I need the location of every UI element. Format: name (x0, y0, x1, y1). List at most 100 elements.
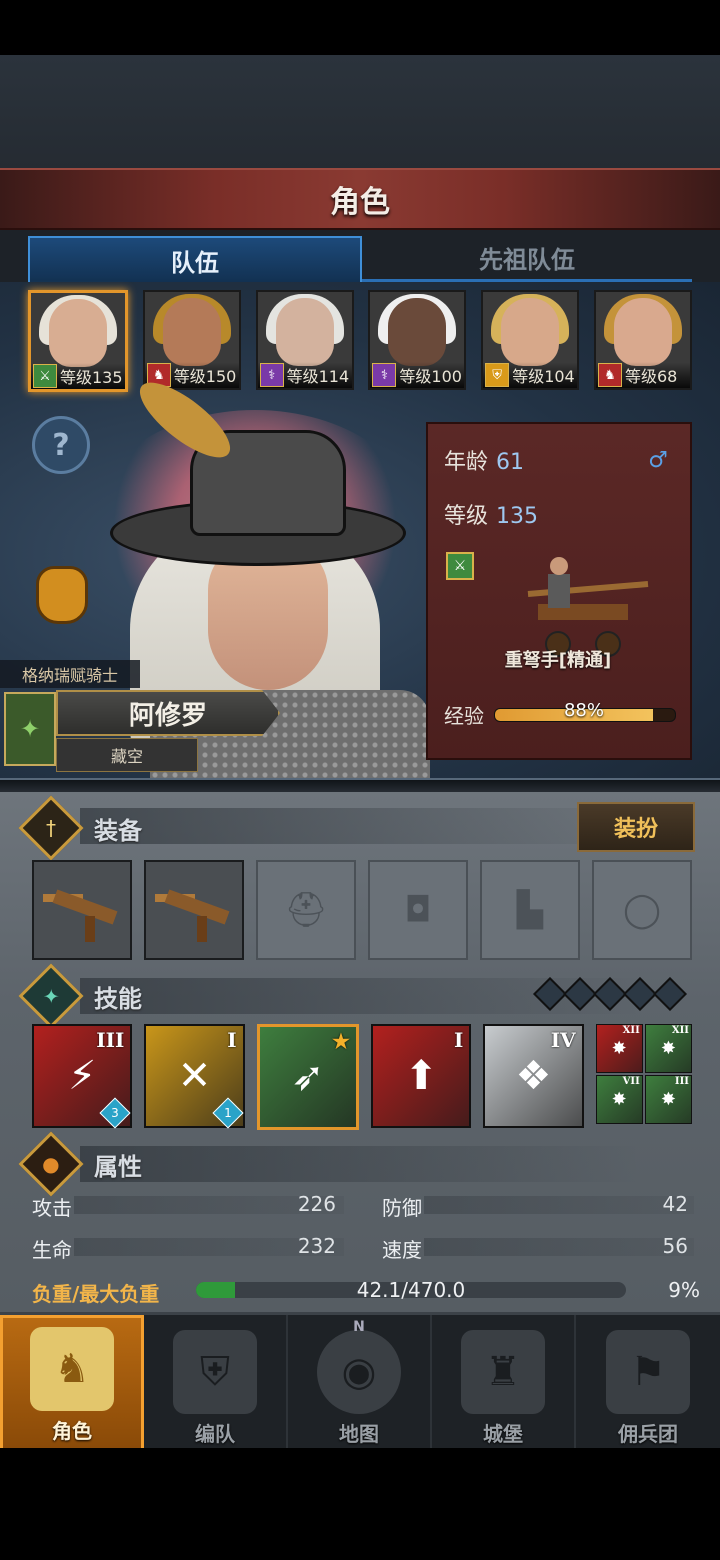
equip-slot-helmet[interactable]: ⛑ (256, 860, 356, 960)
skills-row: ⚡ III 3 ✕ I 1 ➶ ★ ⬆ I ❖ IV ✸ XII ✸ XII ✸ VII ✸ III (32, 1024, 692, 1130)
skills-header: ✦ 技能 (18, 963, 142, 1029)
skill-slot-dot (623, 977, 657, 1011)
equip-slot-ring[interactable]: ◯ (592, 860, 692, 960)
passive-skill-icon: ✸ (660, 1089, 676, 1110)
level-value: 135 (496, 504, 539, 529)
skill-slot-indicators (533, 977, 687, 1011)
equip-slot-armor[interactable]: ◘ (368, 860, 468, 960)
load-value: 42.1/470.0 (356, 1278, 466, 1302)
skill-rank: I (453, 1028, 464, 1052)
hero-level: ⚔ 等级135 (31, 363, 125, 389)
skill-slot-dot (533, 977, 567, 1011)
tab-ancestor-team[interactable]: 先祖队伍 (362, 236, 692, 282)
nav-label: 城堡 (483, 1422, 523, 1446)
skill-icon: ➶ (291, 1054, 325, 1100)
shield-icon: ⛨ (485, 363, 510, 387)
hero-card[interactable]: ⚕ 等级114 (255, 290, 354, 390)
passive-skill-icon: ✸ (660, 1038, 676, 1059)
male-icon: ♂ (648, 448, 668, 473)
attr-stripe (80, 1146, 640, 1182)
page-title: 角色 (330, 185, 390, 220)
attributes-header: ● 属性 (18, 1131, 142, 1197)
nav-formation[interactable]: ⛨ 编队 (144, 1315, 288, 1451)
passive-skill-icon: ✸ (611, 1089, 627, 1110)
hero-portrait (49, 299, 107, 367)
banner-icon: ⚑ (606, 1330, 690, 1414)
hero-level-text: 等级100 (399, 367, 462, 386)
passive-skill[interactable]: ✸ VII (595, 1075, 643, 1124)
skill-icon: ⚡ (68, 1053, 97, 1099)
passive-skill-icon: ✸ (611, 1038, 627, 1059)
load-percent: 9% (668, 1278, 700, 1302)
equip-stripe (80, 808, 640, 844)
hero-card[interactable]: ⛨ 等级104 (481, 290, 580, 390)
castle-icon: ♜ (461, 1330, 545, 1414)
passive-skills-grid: ✸ XII ✸ XII ✸ VII ✸ III (595, 1024, 692, 1124)
equip-slot-weapon-2[interactable] (144, 860, 244, 960)
skill-icon: ✕ (177, 1053, 212, 1099)
crossbow-icon (155, 880, 233, 942)
nav-label: 角色 (52, 1419, 92, 1443)
exp-label: 经验 (444, 704, 484, 728)
defense-label: 防御 (382, 1196, 422, 1220)
hero-card[interactable]: ♞ 等级68 (593, 290, 692, 390)
speed-label: 速度 (382, 1238, 422, 1262)
staff-icon: ⚕ (259, 363, 284, 387)
helmet-icon: ⛨ (173, 1330, 257, 1414)
age-row: 年龄 61 (444, 444, 524, 476)
skill-rank: III (96, 1028, 125, 1052)
skill-slot[interactable]: ⚡ III 3 (32, 1024, 133, 1129)
hero-level: ♞ 等级68 (595, 362, 690, 388)
hero-roster: ⚔ 等级135 ♞ 等级150 ⚕ 等级114 ⚕ 等级100 ⛨ 等级104 ♞ 等级68 (28, 290, 692, 392)
skill-slot[interactable]: ✕ I 1 (144, 1024, 245, 1129)
nav-map[interactable]: N ◉ 地图 (288, 1315, 432, 1451)
skill-stack-badge: 1 (212, 1097, 244, 1129)
nav-label: 编队 (195, 1422, 235, 1446)
attributes-label: 属性 (94, 1152, 142, 1181)
defense-value: 42 (662, 1192, 688, 1216)
nav-mercenary[interactable]: ⚑ 佣兵团 (576, 1315, 720, 1451)
hero-card[interactable]: ♞ 等级150 (142, 290, 241, 390)
unit-class-label: 重弩手[精通] (504, 650, 612, 671)
dress-up-button[interactable]: 装扮 (577, 802, 695, 852)
passive-skill[interactable]: ✸ XII (644, 1024, 692, 1073)
hero-portrait (275, 298, 334, 366)
passive-skill[interactable]: ✸ XII (595, 1024, 643, 1073)
passive-skill[interactable]: ✸ III (644, 1075, 692, 1124)
exp-percent: 88% (563, 700, 604, 721)
nav-character[interactable]: ♞ 角色 (0, 1315, 144, 1451)
status-bar (0, 0, 720, 55)
staff-icon: ⚕ (372, 363, 397, 387)
skill-rank: IV (550, 1028, 576, 1052)
skill-slot[interactable]: ⬆ I (370, 1024, 472, 1128)
equip-slot-boots[interactable]: ▙ (480, 860, 580, 960)
hero-card[interactable]: ⚕ 等级100 (368, 290, 467, 390)
equipment-label: 装备 (94, 816, 142, 845)
ring-icon: ◯ (622, 890, 662, 930)
equipment-header: † 装备 (18, 795, 142, 861)
nav-castle[interactable]: ♜ 城堡 (432, 1315, 576, 1451)
equip-slot-weapon-1[interactable] (32, 860, 132, 960)
knight-icon: ♞ (30, 1327, 114, 1411)
hero-portrait (501, 298, 560, 366)
age-label: 年龄 (444, 450, 489, 475)
skill-slot[interactable]: ➶ ★ (256, 1024, 359, 1130)
tab-team[interactable]: 队伍 (28, 236, 362, 282)
hero-level-text: 等级68 (624, 367, 678, 386)
skill-stack-badge: 3 (99, 1097, 131, 1129)
attack-label: 攻击 (32, 1196, 72, 1220)
skill-slot-dot (593, 977, 627, 1011)
skill-icon: ❖ (515, 1053, 552, 1099)
system-bar (0, 1448, 720, 1560)
hero-card[interactable]: ⚔ 等级135 (28, 290, 128, 392)
hero-level-text: 等级135 (60, 368, 123, 387)
hp-value: 232 (297, 1234, 336, 1258)
help-icon[interactable]: ? (32, 416, 90, 474)
passive-skill-rank: VII (622, 1076, 640, 1087)
character-name[interactable]: 阿修罗 (56, 690, 280, 736)
potion-icon[interactable] (36, 566, 88, 624)
character-title: 格纳瑞赋骑士 (0, 660, 140, 688)
character-trait[interactable]: 藏空 (56, 738, 198, 772)
skill-slot[interactable]: ❖ IV (483, 1024, 584, 1128)
compass-icon: ◉ (317, 1330, 401, 1414)
